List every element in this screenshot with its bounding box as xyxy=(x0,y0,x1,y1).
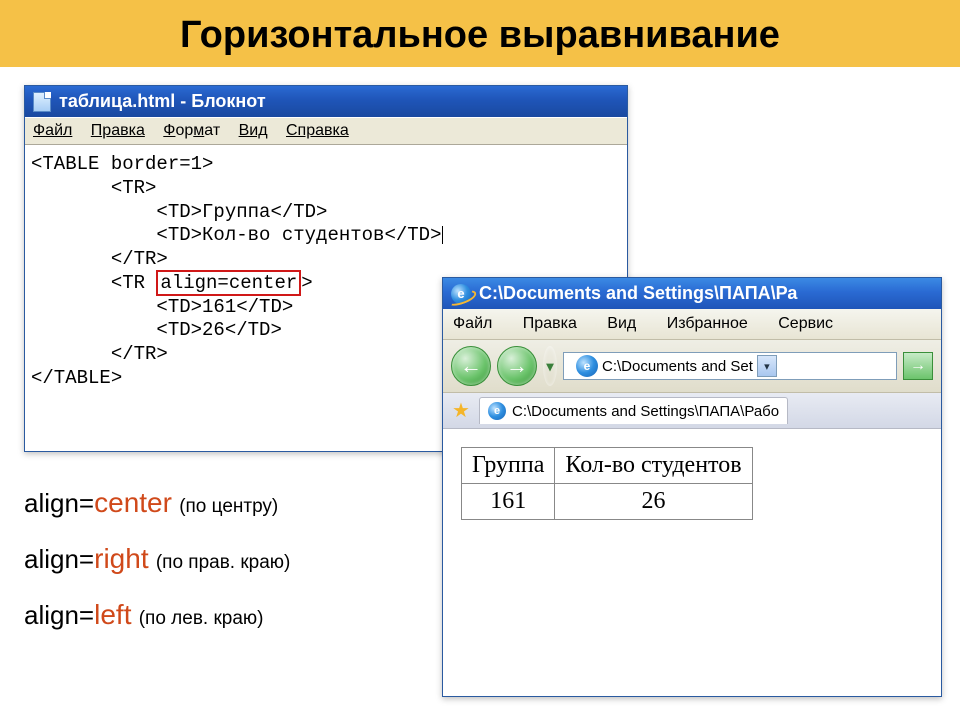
text-cursor xyxy=(442,226,443,244)
legend-attr: align= xyxy=(24,600,94,630)
browser-tab[interactable]: e C:\Documents and Settings\ПАПА\Рабо xyxy=(479,397,788,424)
forward-button[interactable]: → xyxy=(497,346,537,386)
code-line: <TR> xyxy=(31,177,621,201)
favorites-star-icon[interactable]: ★ xyxy=(451,401,471,421)
tab-label: C:\Documents and Settings\ПАПА\Рабо xyxy=(512,403,779,420)
ie-menu-edit[interactable]: Правка xyxy=(523,315,577,332)
table-cell: Кол-во студентов xyxy=(555,448,752,484)
tab-page-icon: e xyxy=(488,402,506,420)
menu-file[interactable]: Файл xyxy=(33,122,72,139)
legend-note: (по прав. краю) xyxy=(156,552,291,573)
ie-window: e C:\Documents and Settings\ПАПА\Ра Файл… xyxy=(442,277,942,697)
legend-attr: align= xyxy=(24,544,94,574)
legend-attr: align= xyxy=(24,488,94,518)
menu-view[interactable]: Вид xyxy=(239,122,268,139)
rendered-table: Группа Кол-во студентов 161 26 xyxy=(461,447,753,520)
ie-logo-icon: e xyxy=(451,284,471,304)
content-area: таблица.html - Блокнот Файл Правка Форма… xyxy=(0,67,960,717)
ie-title-text: C:\Documents and Settings\ПАПА\Ра xyxy=(479,283,797,304)
notepad-menubar: Файл Правка Формат Вид Справка xyxy=(25,117,627,145)
legend-value: left xyxy=(94,599,131,630)
ie-menu-view[interactable]: Вид xyxy=(607,315,636,332)
legend-item: align=left (по лев. краю) xyxy=(24,587,290,643)
notepad-title-text: таблица.html - Блокнот xyxy=(59,91,266,112)
notepad-titlebar[interactable]: таблица.html - Блокнот xyxy=(25,86,627,117)
legend-value: right xyxy=(94,543,148,574)
menu-edit[interactable]: Правка xyxy=(91,122,145,139)
align-highlight: align=center xyxy=(156,270,301,296)
align-legend: align=center (по центру) align=right (по… xyxy=(24,475,290,643)
address-bar[interactable]: e C:\Documents and Set ▾ xyxy=(563,352,897,380)
legend-note: (по центру) xyxy=(179,496,278,517)
legend-note: (по лев. краю) xyxy=(139,608,264,629)
ie-tab-bar: ★ e C:\Documents and Settings\ПАПА\Рабо xyxy=(443,393,941,429)
table-cell: Группа xyxy=(462,448,555,484)
code-line: <TD>Группа</TD> xyxy=(31,201,621,225)
ie-menubar: Файл Правка Вид Избранное Сервис xyxy=(443,309,941,340)
back-button[interactable]: ← xyxy=(451,346,491,386)
table-row: 161 26 xyxy=(462,484,753,520)
ie-toolbar: ← → ▾ e C:\Documents and Set ▾ → xyxy=(443,340,941,393)
menu-format[interactable]: Формат xyxy=(163,122,220,139)
code-line: <TD>Кол-во студентов</TD> xyxy=(31,224,621,248)
slide-title: Горизонтальное выравнивание xyxy=(0,0,960,67)
table-cell: 161 xyxy=(462,484,555,520)
address-dropdown[interactable]: ▾ xyxy=(757,355,777,377)
go-button[interactable]: → xyxy=(903,352,933,380)
nav-history-dropdown[interactable]: ▾ xyxy=(543,346,557,386)
code-line: <TABLE border=1> xyxy=(31,153,621,177)
legend-item: align=center (по центру) xyxy=(24,475,290,531)
table-row: Группа Кол-во студентов xyxy=(462,448,753,484)
address-text: C:\Documents and Set xyxy=(602,358,753,375)
document-icon xyxy=(33,92,51,112)
menu-help[interactable]: Справка xyxy=(286,122,349,139)
legend-item: align=right (по прав. краю) xyxy=(24,531,290,587)
ie-menu-tools[interactable]: Сервис xyxy=(778,315,833,332)
ie-titlebar[interactable]: e C:\Documents and Settings\ПАПА\Ра xyxy=(443,278,941,309)
table-cell: 26 xyxy=(555,484,752,520)
ie-menu-file[interactable]: Файл xyxy=(453,315,492,332)
legend-value: center xyxy=(94,487,172,518)
code-line: </TR> xyxy=(31,248,621,272)
ie-menu-fav[interactable]: Избранное xyxy=(667,315,748,332)
browser-viewport: Группа Кол-во студентов 161 26 xyxy=(443,429,941,538)
ie-page-icon: e xyxy=(576,355,598,377)
